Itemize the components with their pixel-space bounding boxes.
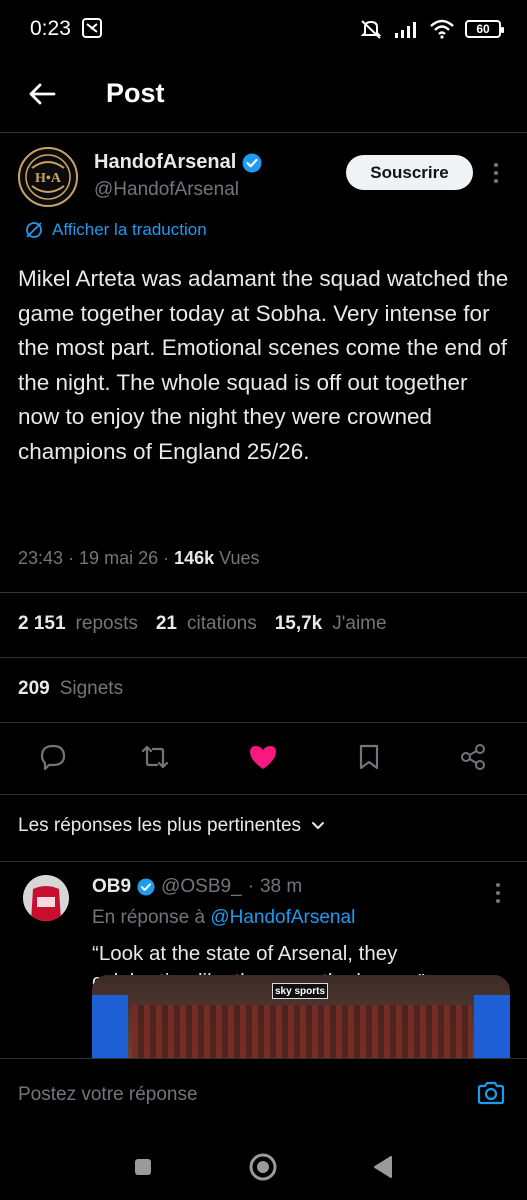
signal-icon [395, 22, 416, 38]
reply-composer [0, 1058, 527, 1134]
share-icon [461, 744, 485, 770]
divider [0, 722, 527, 723]
home-button[interactable] [248, 1152, 278, 1182]
divider [0, 794, 527, 795]
wifi-icon [430, 19, 454, 39]
post-text: Mikel Arteta was adamant the squad watch… [18, 266, 509, 464]
divider [0, 657, 527, 658]
avatar-text: H•A [35, 171, 62, 186]
status-icons: 60 [359, 16, 504, 42]
broadcaster-logo: sky sports [272, 983, 328, 999]
verified-badge-icon [242, 153, 262, 172]
likes-count[interactable]: 15,7k [275, 613, 323, 635]
mute-icon [360, 20, 382, 39]
home-circle-icon [249, 1153, 277, 1181]
replying-to-handle[interactable]: @HandofArsenal [210, 907, 355, 928]
back-button[interactable] [22, 76, 62, 112]
divider [0, 132, 527, 133]
quotes-count[interactable]: 21 [156, 613, 177, 635]
reply-more-button[interactable] [488, 880, 508, 906]
reply-media-image[interactable]: sky sports [92, 975, 510, 1065]
reply-avatar[interactable] [23, 875, 69, 921]
reply-button[interactable] [36, 740, 70, 774]
verified-badge-icon [137, 878, 155, 896]
author-name[interactable]: HandofArsenal [94, 151, 262, 174]
post-stats: 2 151 reposts 21 citations 15,7k J'aime [18, 613, 405, 635]
replying-to: En réponse à @HandofArsenal [92, 907, 355, 929]
views-label: Vues [219, 548, 260, 568]
repost-icon [141, 745, 169, 769]
reply-item[interactable]: OB9 @OSB9_ · 38 m En réponse à @HandofAr… [0, 862, 527, 1065]
meta-separator: · [68, 548, 75, 568]
reply-header: OB9 @OSB9_ · 38 m [92, 876, 302, 898]
recents-button[interactable] [128, 1152, 158, 1182]
bookmarks-count: 209 [18, 678, 50, 699]
bookmarks-stat[interactable]: 209 Signets [18, 678, 123, 700]
club-logo-icon: H•A [25, 154, 71, 200]
quotes-label[interactable]: citations [187, 613, 257, 635]
repost-button[interactable] [138, 740, 172, 774]
back-nav-button[interactable] [368, 1152, 398, 1182]
camera-icon [477, 1081, 505, 1105]
sort-replies-dropdown[interactable]: Les réponses les plus pertinentes [18, 815, 325, 837]
translate-label: Afficher la traduction [52, 220, 207, 239]
author-avatar[interactable]: H•A [18, 147, 78, 207]
status-bar: 0:23 60 [0, 0, 527, 58]
chevron-down-icon [312, 822, 325, 829]
media-screen-left [92, 995, 128, 1065]
avatar-image-icon [23, 875, 69, 921]
likes-label[interactable]: J'aime [332, 613, 386, 635]
post-meta: 23:43 · 19 mai 26 · 146k Vues [18, 548, 260, 569]
share-button[interactable] [456, 740, 490, 774]
meta-separator: · [247, 876, 254, 897]
comment-icon [40, 744, 66, 771]
translate-icon [26, 222, 42, 238]
bookmarks-label: Signets [59, 678, 124, 699]
reply-age: 38 m [259, 876, 303, 897]
battery-icon: 60 [465, 20, 504, 38]
divider [0, 592, 527, 593]
status-time: 0:23 [30, 17, 71, 40]
app-notification-icon [82, 18, 102, 38]
media-screen-right [474, 995, 510, 1065]
replying-prefix: En réponse à [92, 907, 206, 928]
media-stadium-seats [132, 1005, 472, 1065]
system-nav-bar [0, 1134, 527, 1200]
like-button[interactable] [246, 740, 280, 774]
post-more-button[interactable] [486, 160, 506, 186]
top-app-bar: Post [0, 62, 527, 126]
square-icon [135, 1159, 151, 1175]
author-name-text: HandofArsenal [94, 151, 237, 173]
page-title: Post [106, 78, 165, 108]
post-date[interactable]: 19 mai 26 [79, 548, 158, 569]
reposts-label[interactable]: reposts [76, 613, 138, 635]
sort-label: Les réponses les plus pertinentes [18, 815, 302, 836]
bookmark-button[interactable] [352, 740, 386, 774]
reply-author-name[interactable]: OB9 [92, 876, 131, 898]
camera-button[interactable] [476, 1079, 506, 1107]
subscribe-button[interactable]: Souscrire [346, 155, 473, 190]
heart-filled-icon [250, 746, 276, 769]
author-handle[interactable]: @HandofArsenal [94, 179, 239, 201]
post-time[interactable]: 23:43 [18, 548, 63, 569]
reply-input[interactable] [18, 1084, 418, 1106]
reposts-count[interactable]: 2 151 [18, 613, 66, 635]
arrow-left-icon [29, 83, 56, 105]
more-vertical-icon [496, 883, 500, 903]
post-actions [0, 740, 527, 776]
meta-separator: · [163, 548, 170, 568]
reply-author-handle[interactable]: @OSB9_ [161, 876, 242, 898]
triangle-back-icon [374, 1156, 392, 1178]
more-vertical-icon [494, 163, 498, 183]
translate-link[interactable]: Afficher la traduction [24, 220, 207, 240]
bookmark-icon [359, 744, 379, 770]
views-count: 146k [174, 548, 215, 568]
